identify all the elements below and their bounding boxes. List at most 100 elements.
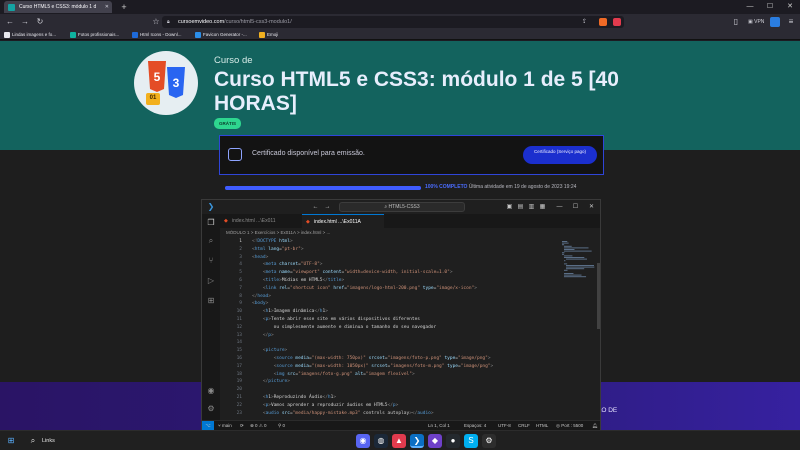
layout-sidebar-icon[interactable]: ▣ [504,201,515,213]
line-number: 16 [236,356,242,361]
editor-tabs: ◆ index.html ...\Ex011 ◆ index.html ...\… [220,214,600,228]
explorer-icon[interactable]: ❐ [206,218,216,228]
code-line[interactable]: <body> [252,301,268,306]
certificate-button[interactable]: Certificado (Serviço pago) [523,146,597,164]
forward-icon[interactable]: → [19,16,31,28]
code-line[interactable]: <img src="imagens/foto-g.png" alt="image… [252,372,415,377]
minimap[interactable] [560,237,600,420]
line-number: 19 [236,379,242,385]
command-search[interactable]: ⌕ HTML5-CSS3 [339,202,465,212]
close-window-icon[interactable]: ✕ [586,201,597,213]
editor-tab[interactable]: ◆ index.html ...\Ex011 [220,214,300,228]
breadcrumb[interactable]: MÓDULO 1 > Exercícios > Ex011A > index.h… [220,228,600,237]
github-icon[interactable]: ● [446,434,460,448]
back-icon[interactable]: ← [4,16,16,28]
code-line[interactable]: <html lang="pt-br"> [252,247,304,252]
close-tab-icon[interactable]: ✕ [105,1,109,13]
settings-gear-icon[interactable]: ⚙ [206,404,216,414]
discord-icon[interactable]: ◉ [356,434,370,448]
bookmark-item[interactable]: Fotos profissionais... [70,30,119,40]
bookmark-favicon-icon [195,32,201,38]
settings-icon[interactable]: ⚙ [482,434,496,448]
svg-text:3: 3 [173,76,180,90]
code-line[interactable]: </head> [252,294,271,299]
status-bar: ⌥ ⑂ main ⟳ ⊗ 0 ⚠ 0 ⚲ 0 Ln 1, Col 1 Espaç… [202,420,600,431]
code-line[interactable]: <head> [252,255,268,260]
maximize-icon[interactable]: ☐ [760,0,780,14]
bookmark-item[interactable]: Lindas imagens e fo... [4,30,56,40]
code-editor[interactable]: 1 <!DOCTYPE html> 2 <html lang="pt-br"> 3 <he… [220,237,600,420]
editor-tab-active[interactable]: ◆ index.html ...\Ex011A [302,214,384,228]
rewards-icon[interactable] [613,18,621,26]
code-line[interactable]: ou simplesmente aumente e diminua o tama… [252,325,437,330]
progress-bar [225,186,421,190]
search-label[interactable]: Links [42,434,55,448]
line-number: 21 [236,395,242,400]
browser-tab-bar: Curso HTML5 e CSS3: módulo 1 d ✕ + — ☐ ✕ [0,0,800,14]
code-line[interactable]: <meta name="viewport" content="width=dev… [252,270,453,275]
bookmark-item[interactable]: Emoji [259,30,278,40]
line-number: 18 [236,371,242,377]
line-number: 5 [239,270,242,276]
wallet-icon[interactable] [770,17,780,27]
code-line[interactable]: <picture> [252,348,287,353]
code-line[interactable]: <meta charset="UTF-8"> [252,262,323,267]
minimize-icon[interactable]: — [740,0,760,14]
forward-icon[interactable]: → [322,201,333,213]
extensions-icon[interactable]: ⊞ [206,296,216,306]
vpn-button[interactable]: ▣ VPN [748,16,764,28]
bookmark-favicon-icon [259,32,265,38]
sidebar-icon[interactable]: ▯ [730,16,742,28]
code-line[interactable]: </picture> [252,379,290,384]
code-line[interactable]: <h1>Imagem dinâmica</h1> [252,309,328,314]
brave-shield-icon[interactable] [599,18,607,26]
source-control-icon[interactable]: ⑂ [206,256,216,266]
code-line[interactable]: <!DOCTYPE html> [252,239,293,244]
line-number: 20 [236,387,242,393]
windows-start-icon[interactable]: ⊞ [4,434,18,448]
layout-secondary-icon[interactable]: ▥ [526,201,537,213]
editor-scrollbar[interactable] [597,263,600,329]
search-icon[interactable]: ⌕ [26,434,40,448]
layout-panel-icon[interactable]: ▤ [515,201,526,213]
code-line[interactable]: <source media="(max-width: 1050px)" srcs… [252,364,494,369]
search-icon[interactable]: ⌕ [206,236,216,246]
close-window-icon[interactable]: ✕ [780,0,800,14]
code-line[interactable]: <p>Vamos aprender a reproduzir áudios em… [252,403,399,408]
bookmark-item[interactable]: Html Icons - Downl... [132,30,182,40]
line-number: 15 [236,348,242,354]
share-icon[interactable]: ⇪ [582,16,587,28]
bookmark-item[interactable]: Favicon Generator -... [195,30,247,40]
page-title: Curso HTML5 e CSS3: módulo 1 de 5 [40 HO… [214,68,619,115]
run-debug-icon[interactable]: ▷ [206,276,216,286]
line-number: 6 [239,278,242,283]
code-line[interactable]: <audio src="media/happy-mistake.mp3" con… [252,411,434,416]
app-icon[interactable]: ◆ [428,434,442,448]
line-number: 8 [239,293,242,299]
account-icon[interactable]: ◉ [206,386,216,396]
minimap-line [562,241,568,242]
code-line[interactable]: <link rel="shortcut icon" href="imagens/… [252,286,477,291]
brave-icon[interactable]: ▲ [392,434,406,448]
minimap-line [566,258,587,260]
browser-tab[interactable]: Curso HTML5 e CSS3: módulo 1 d ✕ [4,1,112,13]
new-tab-button[interactable]: + [114,0,134,14]
customize-layout-icon[interactable]: ▦ [537,201,548,213]
vscode-taskbar-icon[interactable]: ❯ [410,434,424,448]
menu-icon[interactable]: ≡ [785,16,797,28]
back-icon[interactable]: ← [310,201,321,213]
code-line[interactable]: <title>Mídias em HTML5</title> [252,278,344,283]
skype-icon[interactable]: S [464,434,478,448]
code-line[interactable]: <h1>Reproduzindo Áudio</h1> [252,395,336,400]
activity-bar: ❐ ⌕ ⑂ ▷ ⊞ ◉ ⚙ [202,214,220,420]
minimize-icon[interactable]: — [554,201,565,213]
steam-icon[interactable]: ◍ [374,434,388,448]
line-number: 13 [236,332,242,338]
address-bar[interactable]: 🔒︎ cursoemvideo.com/curso/html5-css3-mod… [162,16,624,28]
reload-icon[interactable]: ↻ [34,16,46,28]
code-line[interactable]: <source media="(max-width: 750px)" srcse… [252,356,491,361]
code-line[interactable]: <p>Tente abrir esse site em vários dispo… [252,317,420,322]
maximize-icon[interactable]: ☐ [570,201,581,213]
code-line[interactable]: </p> [252,333,274,338]
bookmark-star-icon[interactable]: ☆ [150,16,162,28]
